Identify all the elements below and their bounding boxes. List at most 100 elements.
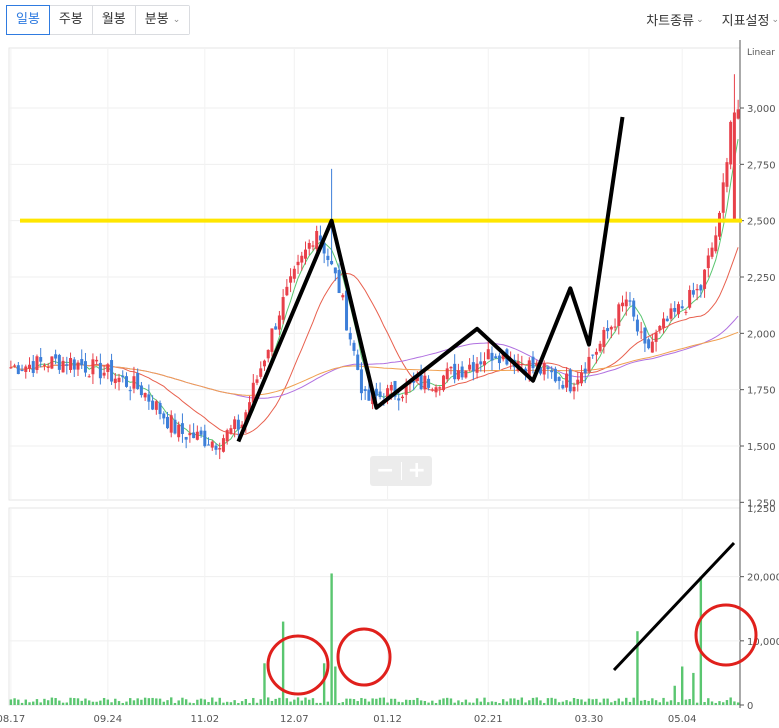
volume-bar — [140, 699, 143, 705]
candle-body — [277, 315, 281, 330]
volume-bar — [703, 702, 706, 705]
candle-body — [158, 402, 162, 415]
candle-body — [456, 370, 460, 380]
volume-bar — [390, 698, 393, 705]
candle-body — [434, 387, 438, 393]
candle — [606, 320, 610, 339]
candle — [725, 157, 729, 193]
candle-body — [188, 433, 192, 436]
candle-body — [289, 276, 293, 283]
volume-bar — [87, 700, 91, 705]
candle-body — [591, 354, 595, 356]
volume-bar — [736, 702, 740, 705]
volume-bar — [308, 699, 311, 705]
candle-body — [520, 364, 524, 366]
candle-body — [471, 362, 475, 372]
candle-body — [565, 373, 569, 388]
candle — [158, 400, 162, 420]
candle-body — [367, 389, 371, 401]
tab-daily[interactable]: 일봉 — [6, 5, 50, 35]
candle-body — [736, 109, 740, 119]
candle-body — [665, 318, 669, 322]
volume-bar — [707, 698, 710, 705]
volume-bar — [442, 698, 445, 705]
candle — [69, 352, 73, 373]
tab-monthly[interactable]: 월봉 — [92, 6, 136, 34]
candle — [315, 225, 319, 252]
candle — [136, 368, 140, 390]
candle-body — [494, 356, 498, 359]
chevron-down-icon: ⌄ — [696, 14, 704, 25]
candle-body — [136, 372, 140, 389]
volume-bar — [73, 698, 76, 705]
candle-body — [326, 255, 330, 261]
zoom-in-button[interactable]: + — [402, 456, 433, 486]
candle — [363, 386, 367, 400]
candle-body — [20, 369, 24, 371]
volume-bar — [535, 697, 538, 705]
candle — [274, 323, 278, 330]
candle-body — [546, 367, 550, 370]
candle — [292, 265, 296, 283]
volume-bar — [714, 702, 717, 705]
right-menu: 차트종류 ⌄ 지표설정 ⌄ — [646, 10, 779, 29]
stock-chart[interactable]: 3,000 2,750 2,500 2,250 2,000 1,750 1,500 1,250… — [0, 40, 779, 728]
candle — [31, 355, 35, 377]
volume-bar — [643, 699, 647, 705]
candle-body — [680, 306, 684, 309]
tab-minute[interactable]: 분봉 ⌄ — [135, 6, 190, 34]
candle — [169, 410, 173, 438]
volume-bar — [50, 697, 54, 705]
candle — [378, 382, 382, 400]
volume-bar — [531, 697, 535, 705]
volume-bar — [598, 702, 602, 705]
volume-bar — [188, 702, 192, 705]
candle-body — [647, 339, 651, 349]
candle — [650, 333, 654, 353]
volume-bar — [289, 701, 292, 705]
candle — [143, 392, 147, 401]
volume-bar — [483, 697, 486, 705]
candle-body — [110, 360, 114, 382]
candle — [341, 293, 345, 301]
candle-body — [714, 235, 718, 252]
candle-body — [572, 386, 576, 392]
candle — [471, 354, 475, 381]
candle — [632, 297, 636, 322]
candle-body — [598, 343, 602, 352]
candle — [684, 309, 688, 316]
volume-bar — [625, 697, 628, 705]
chart-type-dropdown[interactable]: 차트종류 ⌄ — [646, 10, 703, 29]
zoom-out-button[interactable]: − — [370, 456, 401, 486]
volume-bar — [710, 701, 714, 705]
candle-body — [449, 366, 453, 369]
volume-bar — [692, 672, 695, 705]
volume-bar — [513, 698, 516, 705]
candle — [453, 354, 457, 384]
candle — [438, 386, 442, 396]
candle — [326, 248, 330, 267]
candle-body — [39, 357, 43, 362]
candle-body — [483, 361, 487, 366]
indicator-settings-dropdown[interactable]: 지표설정 ⌄ — [722, 10, 779, 29]
candle-body — [106, 364, 110, 373]
candle — [95, 356, 99, 365]
candle — [717, 210, 721, 241]
candle — [587, 347, 591, 374]
volume-bar — [673, 685, 676, 705]
volume-bar — [196, 699, 199, 705]
candle-body — [725, 162, 729, 187]
volume-bar — [80, 700, 83, 705]
candle-body — [9, 367, 13, 369]
candle-body — [669, 308, 673, 319]
candle — [348, 327, 352, 346]
volume-bar — [173, 702, 177, 705]
price-tick-label: 1,500 — [747, 442, 776, 453]
volume-bar — [405, 699, 408, 705]
tab-weekly[interactable]: 주봉 — [49, 6, 93, 34]
volume-bar — [468, 702, 471, 705]
candle-body — [732, 112, 736, 221]
candle-body — [628, 300, 632, 302]
candle — [337, 263, 341, 294]
candle-body — [676, 304, 680, 315]
